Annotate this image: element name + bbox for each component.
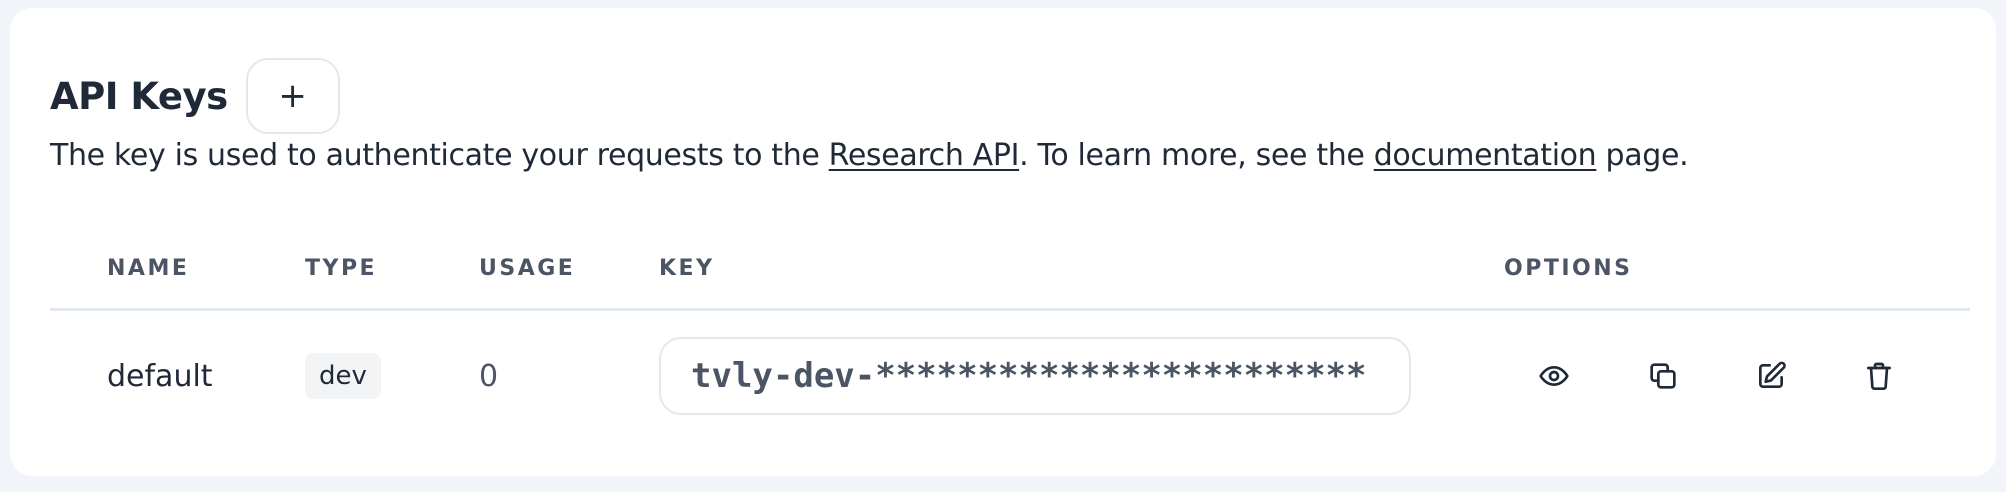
key-usage: 0 [479,358,499,394]
edit-icon [1759,361,1786,388]
description-text-after: page. [1596,138,1689,173]
description-text-before: The key is used to authenticate your req… [50,138,829,173]
edit-key-button[interactable] [1747,352,1795,400]
api-key-field[interactable]: tvly-dev-************************ [659,337,1411,415]
show-key-button[interactable] [1530,352,1578,400]
description-text-middle: . To learn more, see the [1019,138,1374,173]
copy-icon [1650,363,1676,389]
page-title: API Keys [50,74,228,118]
plus-icon: + [278,76,307,116]
table-header: NAME TYPE USAGE KEY OPTIONS [50,238,1970,311]
trash-icon [1867,362,1891,390]
title-row: API Keys + [50,46,340,146]
column-header-name: NAME [107,256,190,281]
eye-icon [1539,366,1569,386]
key-type-badge: dev [305,353,381,399]
copy-key-button[interactable] [1639,352,1687,400]
column-header-type: TYPE [305,256,378,281]
research-api-link[interactable]: Research API [829,138,1020,173]
column-header-usage: USAGE [479,256,576,281]
add-key-button[interactable]: + [245,58,340,134]
column-header-options: OPTIONS [1504,256,1633,281]
description: The key is used to authenticate your req… [50,138,1689,173]
table-row: default dev 0 tvly-dev-*****************… [50,311,1970,441]
key-name: default [107,358,213,394]
column-header-key: KEY [659,256,715,281]
delete-key-button[interactable] [1855,352,1903,400]
api-keys-card: API Keys + The key is used to authentica… [10,8,1996,476]
api-key-value: tvly-dev-************************ [691,356,1367,396]
documentation-link[interactable]: documentation [1374,138,1597,173]
